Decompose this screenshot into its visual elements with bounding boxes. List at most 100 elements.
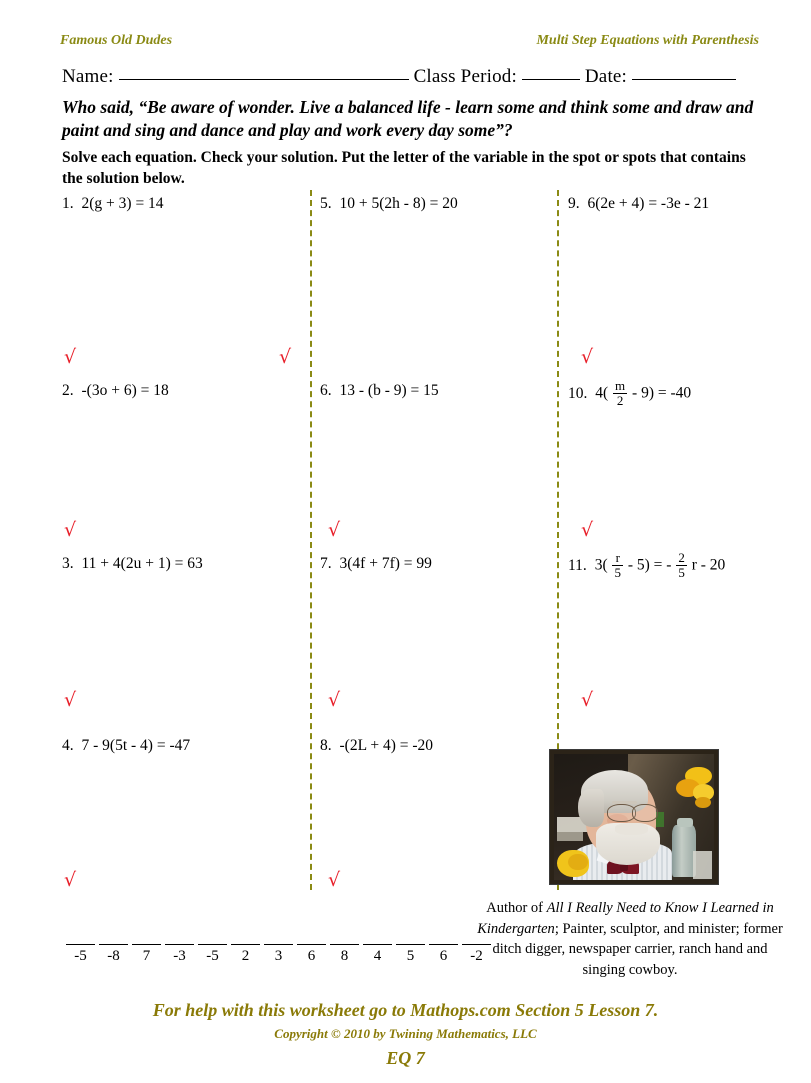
- answer-blank[interactable]: [363, 930, 392, 945]
- directions-text: Solve each equation. Check your solution…: [62, 149, 746, 187]
- answer-blank[interactable]: [264, 930, 293, 945]
- problem-4-equation: 7 - 9(5t - 4) = -47: [81, 737, 191, 754]
- answer-cell: 4: [361, 930, 394, 965]
- problem-10-prefix: 4(: [595, 384, 609, 402]
- problem-11-denominator-2: 5: [678, 564, 685, 580]
- header-left-title: Famous Old Dudes: [60, 33, 173, 48]
- photo-moustache: [614, 823, 649, 835]
- answer-cell: -3: [163, 930, 196, 965]
- problem-3: 3. 11 + 4(2u + 1) = 63: [62, 556, 203, 572]
- photo-flower-f: [568, 853, 588, 870]
- answer-blank[interactable]: [462, 930, 491, 945]
- answer-value: 5: [406, 948, 415, 964]
- answer-blank[interactable]: [132, 930, 161, 945]
- date-label: Date:: [584, 66, 628, 87]
- answer-value: 4: [373, 948, 382, 964]
- answer-value: -2: [470, 948, 483, 964]
- answer-blank[interactable]: [165, 930, 194, 945]
- problem-8-number: 8.: [320, 737, 332, 754]
- answer-blank[interactable]: [429, 930, 458, 945]
- answer-blank[interactable]: [66, 930, 95, 945]
- problem-5-number: 5.: [320, 195, 332, 212]
- problem-11-numerator-1: r: [612, 551, 623, 566]
- answer-blank-row: -5 -8 7 -3 -5 2 3 6 8 4 5 6 -2: [64, 930, 493, 965]
- problem-1-number: 1.: [62, 195, 74, 212]
- author-photo-image: [554, 754, 714, 880]
- photo-hair-side: [578, 789, 604, 828]
- problem-10-number: 10.: [568, 384, 588, 402]
- problem-3-equation: 11 + 4(2u + 1) = 63: [81, 555, 203, 572]
- check-mark-problem-10: √: [581, 519, 594, 541]
- caption-line2-rest: ; Painter, sculptor, and: [554, 920, 685, 937]
- problem-11-fraction-2: 2 5: [676, 551, 687, 579]
- problem-9: 9. 6(2e + 4) = -3e - 21: [568, 196, 709, 212]
- answer-cell: -2: [460, 930, 493, 965]
- answer-cell: -5: [196, 930, 229, 965]
- check-mark-problem-8: √: [328, 869, 341, 891]
- name-input-blank[interactable]: [118, 79, 409, 80]
- problem-6-equation: 13 - (b - 9) = 15: [339, 382, 439, 399]
- answer-cell: 5: [394, 930, 427, 965]
- answer-cell: -5: [64, 930, 97, 965]
- problem-4-number: 4.: [62, 737, 74, 754]
- answer-cell: 6: [427, 930, 460, 965]
- problem-2-number: 2.: [62, 382, 74, 399]
- photo-eyeglass-right: [632, 804, 659, 822]
- date-input-blank[interactable]: [632, 79, 736, 80]
- problem-10-numerator: m: [613, 378, 628, 394]
- check-mark-problem-3: √: [64, 689, 77, 711]
- problem-10-denominator: 2: [616, 392, 624, 408]
- footer-code: EQ 7: [386, 1048, 425, 1068]
- photo-bottle-cap: [677, 818, 694, 828]
- author-photo: [549, 749, 719, 885]
- problem-3-number: 3.: [62, 555, 74, 572]
- problem-6: 6. 13 - (b - 9) = 15: [320, 383, 439, 399]
- problem-10: 10. 4( m 2 - 9) = -40: [568, 378, 692, 408]
- problem-7-equation: 3(4f + 7f) = 99: [339, 555, 432, 572]
- answer-cell: 6: [295, 930, 328, 965]
- author-photo-caption: Author of All I Really Need to Know I Le…: [470, 898, 790, 980]
- answer-value: -3: [173, 948, 186, 964]
- column-divider-1: [310, 190, 312, 890]
- problem-2: 2. -(3o + 6) = 18: [62, 383, 169, 399]
- problem-8: 8. -(2L + 4) = -20: [320, 738, 433, 754]
- answer-blank[interactable]: [297, 930, 326, 945]
- check-mark-problem-2: √: [64, 519, 77, 541]
- problem-2-equation: -(3o + 6) = 18: [81, 382, 169, 399]
- problem-1-equation: 2(g + 3) = 14: [81, 195, 164, 212]
- problem-11: 11. 3( r 5 - 5) = - 2 5 r - 20: [568, 551, 725, 580]
- problem-10-suffix: - 9) = -40: [632, 384, 692, 402]
- check-mark-problem-1: √: [64, 346, 77, 368]
- answer-value: -5: [206, 948, 219, 964]
- answer-blank[interactable]: [330, 930, 359, 945]
- answer-cell: 2: [229, 930, 262, 965]
- answer-blank[interactable]: [231, 930, 260, 945]
- problem-7-number: 7.: [320, 555, 332, 572]
- problem-6-number: 6.: [320, 382, 332, 399]
- answer-cell: 7: [130, 930, 163, 965]
- answer-cell: -8: [97, 930, 130, 965]
- answer-blank[interactable]: [198, 930, 227, 945]
- check-mark-problem-11: √: [581, 689, 594, 711]
- problem-11-prefix: 3(: [594, 556, 608, 574]
- answer-blank[interactable]: [396, 930, 425, 945]
- problem-11-fraction-1: r 5: [612, 551, 623, 579]
- problem-7: 7. 3(4f + 7f) = 99: [320, 556, 432, 572]
- class-period-input-blank[interactable]: [521, 79, 580, 80]
- check-mark-problem-5: √: [279, 346, 292, 368]
- answer-value: 3: [274, 948, 283, 964]
- answer-blank[interactable]: [99, 930, 128, 945]
- problem-9-number: 9.: [568, 195, 580, 212]
- answer-value: -8: [107, 948, 120, 964]
- problem-11-number: 11.: [568, 556, 587, 574]
- answer-value: 7: [142, 948, 151, 964]
- check-mark-problem-9: √: [581, 346, 594, 368]
- answer-value: 2: [241, 948, 250, 964]
- answer-cell: 3: [262, 930, 295, 965]
- class-period-label: Class Period:: [413, 66, 517, 87]
- caption-prefix: Author of: [486, 900, 547, 916]
- problem-1: 1. 2(g + 3) = 14: [62, 196, 164, 212]
- footer-copyright: Copyright © 2010 by Twining Mathematics,…: [274, 1026, 537, 1041]
- name-label: Name:: [62, 66, 114, 87]
- header-right-title: Multi Step Equations with Parenthesis: [536, 33, 759, 48]
